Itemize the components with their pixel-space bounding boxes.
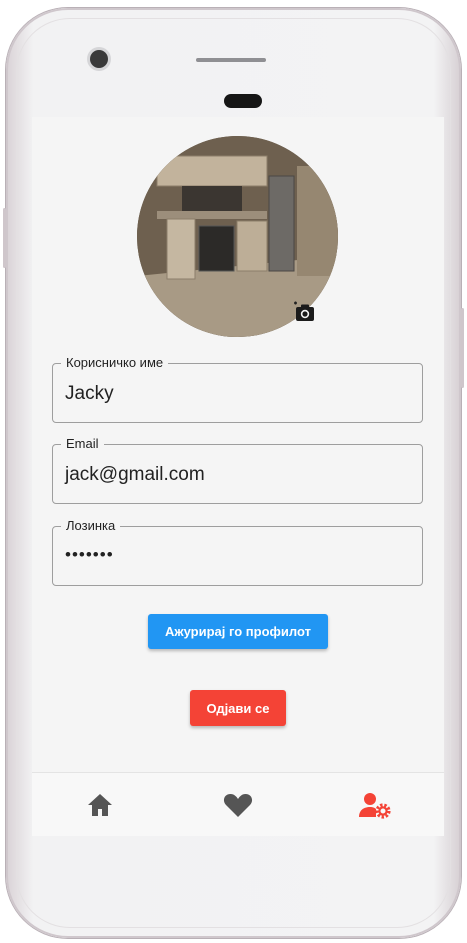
user-settings-icon (359, 793, 391, 819)
update-profile-button[interactable]: Ажурирај го профилот (148, 614, 328, 649)
nav-home[interactable] (80, 787, 120, 823)
add-camera-icon (294, 301, 314, 321)
email-label: Email (61, 436, 104, 452)
username-field[interactable]: Корисничко име Jacky (52, 355, 423, 423)
email-input[interactable]: jack@gmail.com (65, 463, 205, 487)
password-field[interactable]: Лозинка ••••••• (52, 518, 423, 586)
nav-favorites[interactable] (218, 787, 258, 823)
nav-account-settings[interactable] (355, 787, 395, 823)
front-camera (90, 50, 108, 68)
username-label: Корисничко име (61, 355, 169, 371)
password-input[interactable]: ••••••• (65, 543, 114, 567)
username-input[interactable]: Jacky (65, 382, 114, 406)
earpiece-speaker (196, 58, 266, 62)
volume-button (3, 208, 6, 268)
email-field[interactable]: Email jack@gmail.com (52, 436, 423, 504)
profile-screen: Корисничко име Jacky Email jack@gmail.co… (32, 117, 444, 836)
proximity-sensor (224, 94, 262, 108)
home-icon (88, 794, 112, 816)
power-button (461, 308, 464, 388)
password-label: Лозинка (61, 518, 121, 534)
change-photo-button[interactable] (290, 299, 318, 325)
bottom-navigation (32, 772, 444, 836)
logout-button[interactable]: Одјави се (190, 690, 286, 726)
heart-icon (223, 794, 253, 817)
